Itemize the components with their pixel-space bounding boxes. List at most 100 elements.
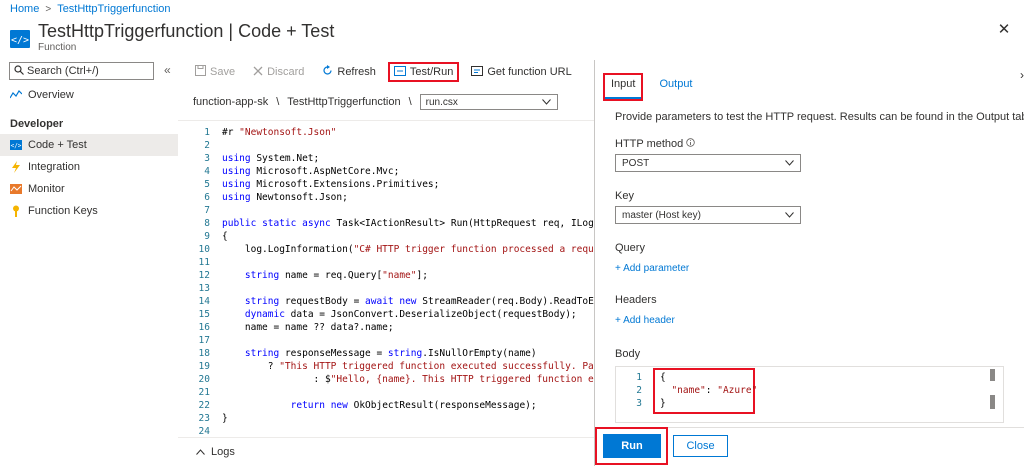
chevron-right-icon[interactable]: › xyxy=(1020,68,1024,82)
line-number: 11 xyxy=(198,257,210,268)
code-line: 19 ? "This HTTP triggered function execu… xyxy=(178,360,594,373)
code-line: 4 using Microsoft.AspNetCore.Mvc; xyxy=(178,165,594,178)
file-select-value: run.csx xyxy=(425,96,458,108)
code-text: : $"Hello, {name}. This HTTP triggered f… xyxy=(222,374,595,385)
info-icon[interactable] xyxy=(686,138,696,150)
body-code-text: { xyxy=(660,372,666,383)
line-number: 12 xyxy=(198,270,210,281)
sidebar-item-monitor[interactable]: Monitor xyxy=(0,178,178,200)
key-select[interactable]: master (Host key) xyxy=(615,206,801,224)
tab-output[interactable]: Output xyxy=(653,75,698,99)
collapse-sidebar-icon[interactable]: « xyxy=(164,63,171,77)
breadcrumb: Home > TestHttpTriggerfunction xyxy=(10,2,171,16)
scrollbar-thumb[interactable] xyxy=(990,369,995,381)
logs-label: Logs xyxy=(211,446,235,458)
line-number: 9 xyxy=(204,231,210,242)
code-line: 13 xyxy=(178,282,594,295)
line-number: 13 xyxy=(198,283,210,294)
save-icon xyxy=(195,65,206,79)
run-button[interactable]: Run xyxy=(603,434,661,458)
discard-button[interactable]: Discard xyxy=(251,62,306,82)
overview-icon xyxy=(10,89,22,101)
sidebar: Search (Ctrl+/) « Overview Developer </>… xyxy=(0,60,178,466)
path-separator: \ xyxy=(276,96,280,108)
scrollbar-thumb[interactable] xyxy=(990,395,995,409)
code-text: name = name ?? data?.name; xyxy=(222,322,394,333)
chevron-down-icon xyxy=(785,158,794,169)
add-header-link[interactable]: + Add header xyxy=(615,315,675,326)
get-function-url-button[interactable]: Get function URL xyxy=(469,62,573,82)
code-text: return new OkObjectResult(responseMessag… xyxy=(290,400,537,411)
code-line: 6 using Newtonsoft.Json; xyxy=(178,191,594,204)
sidebar-item-overview[interactable]: Overview xyxy=(0,84,178,106)
panel-description: Provide parameters to test the HTTP requ… xyxy=(615,111,1024,123)
sidebar-section-developer: Developer xyxy=(10,118,64,130)
tab-input[interactable]: Input xyxy=(602,73,644,101)
monitor-icon xyxy=(10,183,22,195)
code-line: 15 dynamic data = JsonConvert.Deserializ… xyxy=(178,308,594,321)
code-text: using Microsoft.Extensions.Primitives; xyxy=(222,179,440,190)
file-path-bar: function-app-sk \ TestHttpTriggerfunctio… xyxy=(193,93,558,111)
code-line: 3 using System.Net; xyxy=(178,152,594,165)
search-icon xyxy=(14,64,24,78)
discard-icon xyxy=(253,66,263,79)
line-number: 2 xyxy=(204,140,210,151)
sidebar-item-label: Code + Test xyxy=(28,139,87,151)
line-number: 22 xyxy=(198,400,210,411)
code-icon: </> xyxy=(10,139,22,151)
headers-label: Headers xyxy=(615,294,657,306)
key-icon xyxy=(10,205,22,217)
code-line: 23} xyxy=(178,412,594,425)
http-method-select[interactable]: POST xyxy=(615,154,801,172)
sidebar-item-function-keys[interactable]: Function Keys xyxy=(0,200,178,222)
code-line: 5 using Microsoft.Extensions.Primitives; xyxy=(178,178,594,191)
sidebar-item-label: Integration xyxy=(28,161,80,173)
chevron-right-icon: > xyxy=(45,3,52,15)
code-text: #r "Newtonsoft.Json" xyxy=(222,127,337,138)
code-line: 7 xyxy=(178,204,594,217)
code-line: 24 xyxy=(178,425,594,437)
page-subtitle: Function xyxy=(38,42,77,53)
line-number: 19 xyxy=(198,361,210,372)
line-number: 6 xyxy=(204,192,210,203)
add-parameter-link[interactable]: + Add parameter xyxy=(615,263,689,274)
refresh-button[interactable]: Refresh xyxy=(320,62,378,82)
sidebar-item-label: Overview xyxy=(28,89,74,101)
line-number: 3 xyxy=(204,153,210,164)
close-icon[interactable]: ✕ xyxy=(996,22,1012,38)
save-button[interactable]: Save xyxy=(193,62,237,82)
body-label: Body xyxy=(615,348,641,360)
sidebar-item-code-test[interactable]: </> Code + Test xyxy=(0,134,178,156)
search-input[interactable]: Search (Ctrl+/) xyxy=(9,62,154,80)
code-line: 9{ xyxy=(178,230,594,243)
sidebar-item-integration[interactable]: Integration xyxy=(0,156,178,178)
body-editor[interactable]: 1 {2 "name": "Azure" 3} xyxy=(615,366,1004,423)
code-text: using Newtonsoft.Json; xyxy=(222,192,348,203)
file-select-dropdown[interactable]: run.csx xyxy=(419,94,558,110)
line-number: 21 xyxy=(198,387,210,398)
code-text: string name = req.Query["name"]; xyxy=(244,270,428,281)
close-button[interactable]: Close xyxy=(673,435,728,457)
path-app: function-app-sk xyxy=(193,96,269,108)
body-code-text: "name": "Azure" xyxy=(671,385,758,396)
code-text: dynamic data = JsonConvert.DeserializeOb… xyxy=(244,309,577,320)
code-text: using Microsoft.AspNetCore.Mvc; xyxy=(222,166,400,177)
breadcrumb-current[interactable]: TestHttpTriggerfunction xyxy=(57,3,170,15)
test-run-button[interactable]: Test/Run xyxy=(387,62,460,82)
svg-text:</>: </> xyxy=(11,143,22,150)
code-line: 1 #r "Newtonsoft.Json" xyxy=(178,126,594,139)
code-text: ? "This HTTP triggered function executed… xyxy=(222,361,594,372)
code-text: using System.Net; xyxy=(222,153,320,164)
logs-toggle[interactable]: Logs xyxy=(178,437,594,466)
code-line: 11 xyxy=(178,256,594,269)
lightning-icon xyxy=(10,161,22,173)
chevron-up-icon xyxy=(196,446,205,458)
code-text: public static async Task<IActionResult> … xyxy=(222,218,594,229)
code-text: string requestBody = await new StreamRea… xyxy=(244,296,594,307)
code-line: 20 : $"Hello, {name}. This HTTP triggere… xyxy=(178,373,594,386)
code-editor[interactable]: 1 #r "Newtonsoft.Json" 2 3 using System.Net;… xyxy=(178,120,594,437)
code-line: 2 xyxy=(178,139,594,152)
line-number: 7 xyxy=(204,205,210,216)
breadcrumb-home[interactable]: Home xyxy=(10,3,39,15)
line-number: 10 xyxy=(198,244,210,255)
